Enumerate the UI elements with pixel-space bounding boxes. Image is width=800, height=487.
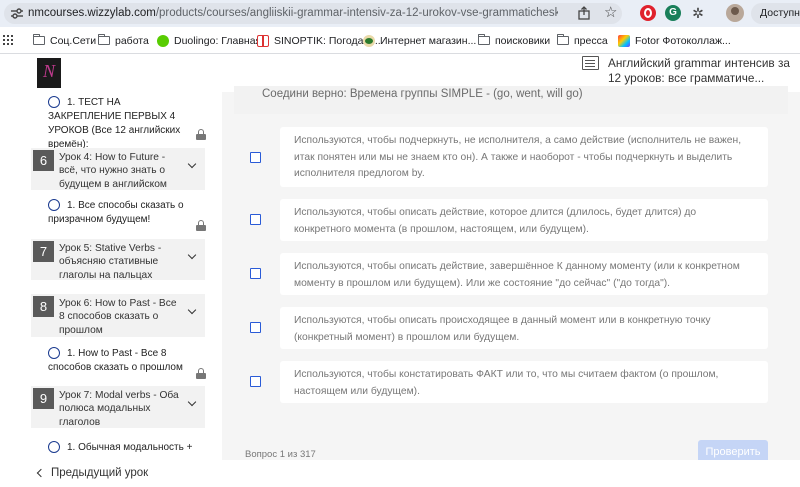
folder-icon [32,34,45,45]
bookmark-rabota[interactable]: работа [97,33,149,48]
bookmarks-bar: Соц.Сети работа Duolingo: Главная SINOPT… [0,27,800,54]
url-host: nmcourses.wizzylab.com [28,7,156,19]
question-header: Соедини верно: Времена группы SIMPLE - (… [234,86,788,114]
sidebar-module-8[interactable]: 8 Урок 6: How to Past - Все 8 способов с… [31,294,205,337]
opera-extension-icon[interactable] [640,5,656,21]
profile-status-button[interactable]: Доступно [751,3,800,24]
profile-avatar[interactable] [726,4,744,22]
answer-checkbox[interactable] [250,152,261,163]
lesson-footer: Предыдущий урок [0,460,800,487]
course-title: Английский grammar интенсив за 12 уроков… [608,56,790,85]
answer-option[interactable]: Используются, чтобы констатировать ФАКТ … [280,361,768,403]
bookmark-shop[interactable]: Интернет магазин... [363,33,476,48]
bookmark-star-icon[interactable]: ☆ [604,4,617,22]
bookmark-pressa[interactable]: пресса [556,33,608,48]
sinoptik-icon [257,34,269,47]
answer-option[interactable]: Используются, чтобы описать происходящее… [280,307,768,349]
question-title: Соедини верно: Времена группы SIMPLE - (… [262,88,583,100]
chevron-down-icon[interactable] [187,250,197,260]
duolingo-icon [157,34,169,47]
answer-checkbox[interactable] [250,322,261,333]
bookmark-label: пресса [574,34,608,47]
course-sidebar: 1. ТЕСТ НА ЗАКРЕПЛЕНИЕ ПЕРВЫХ 4 УРОКОВ (… [0,92,222,460]
question-counter: Вопрос 1 из 317 [245,449,316,460]
sidebar-module-6[interactable]: 6 Урок 4: How to Future - всё, что нужно… [31,148,205,190]
module-title: Урок 5: Stative Verbs - объясняю стативн… [59,243,162,281]
module-number-badge: 7 [33,241,54,262]
course-list-icon[interactable] [582,56,599,70]
answer-option[interactable]: Используются, чтобы подчеркнуть, не испо… [280,127,768,187]
bookmark-fotor[interactable]: Fotor Фотоколлаж... [618,33,731,48]
bookmark-poiskoviki[interactable]: поисковики [477,33,551,48]
extensions-puzzle-icon[interactable]: ✲ [690,5,706,21]
chevron-down-icon[interactable] [187,305,197,315]
sidebar-lesson-modal[interactable]: 1. Обычная модальность + [48,441,196,455]
quiz-area: Соедини верно: Времена группы SIMPLE - (… [222,86,800,464]
site-settings-icon[interactable] [10,7,24,20]
module-number-badge: 6 [33,150,54,171]
lock-icon [196,220,206,231]
sidebar-module-9[interactable]: 9 Урок 7: Modal verbs - Оба полюса модал… [31,386,205,428]
answer-checkbox[interactable] [250,268,261,279]
bookmark-label: Duolingo: Главная [174,34,262,47]
chevron-down-icon[interactable] [187,397,197,407]
sidebar-module-7[interactable]: 7 Урок 5: Stative Verbs - объясняю стати… [31,239,205,281]
module-title: Урок 7: Modal verbs - Оба полюса модальн… [59,390,179,428]
answer-option[interactable]: Используются, чтобы описать действие, за… [280,253,768,295]
school-logo[interactable] [37,58,61,88]
module-number-badge: 9 [33,388,54,409]
apps-grid-icon[interactable] [3,35,13,45]
browser-toolbar: nmcourses.wizzylab.com/products/courses/… [0,0,800,27]
grammarly-extension-icon[interactable]: G [665,5,681,21]
previous-lesson-link[interactable]: Предыдущий урок [51,467,148,479]
bookmark-label: Соц.Сети [50,34,97,47]
bookmark-label: Интернет магазин... [380,34,477,47]
url-text[interactable]: nmcourses.wizzylab.com/products/courses/… [28,7,558,19]
sidebar-lesson-test[interactable]: 1. ТЕСТ НА ЗАКРЕПЛЕНИЕ ПЕРВЫХ 4 УРОКОВ (… [48,96,196,152]
bookmark-duolingo[interactable]: Duolingo: Главная [157,33,261,48]
url-path: /products/courses/angliiskii-grammar-int… [155,7,558,19]
lock-icon [196,129,206,140]
answer-checkbox[interactable] [250,376,261,387]
answer-checkbox[interactable] [250,214,261,225]
folder-icon [556,34,569,45]
module-number-badge: 8 [33,296,54,317]
module-title: Урок 4: How to Future - всё, что нужно з… [59,152,167,190]
answer-option[interactable]: Используются, чтобы описать действие, ко… [280,199,768,241]
folder-icon [97,34,110,45]
bookmark-label: поисковики [495,34,551,47]
bookmark-label: работа [115,34,149,47]
module-title: Урок 6: How to Past - Все 8 способов ска… [59,298,177,336]
bookmark-soc-seti[interactable]: Соц.Сети [32,33,97,48]
share-icon[interactable] [577,6,591,20]
address-bar[interactable]: nmcourses.wizzylab.com/products/courses/… [4,3,622,24]
folder-icon [477,34,490,45]
chevron-left-icon[interactable] [36,468,46,478]
bookmark-label: Fotor Фотоколлаж... [635,34,731,47]
fotor-icon [618,34,630,47]
lock-icon [196,368,206,379]
sidebar-lesson-future[interactable]: 1. Все способы сказать о призрачном буду… [48,199,196,227]
sidebar-lesson-past[interactable]: 1. How to Past - Все 8 способов сказать … [48,347,196,375]
chevron-down-icon[interactable] [187,159,197,169]
shop-icon [363,34,375,47]
